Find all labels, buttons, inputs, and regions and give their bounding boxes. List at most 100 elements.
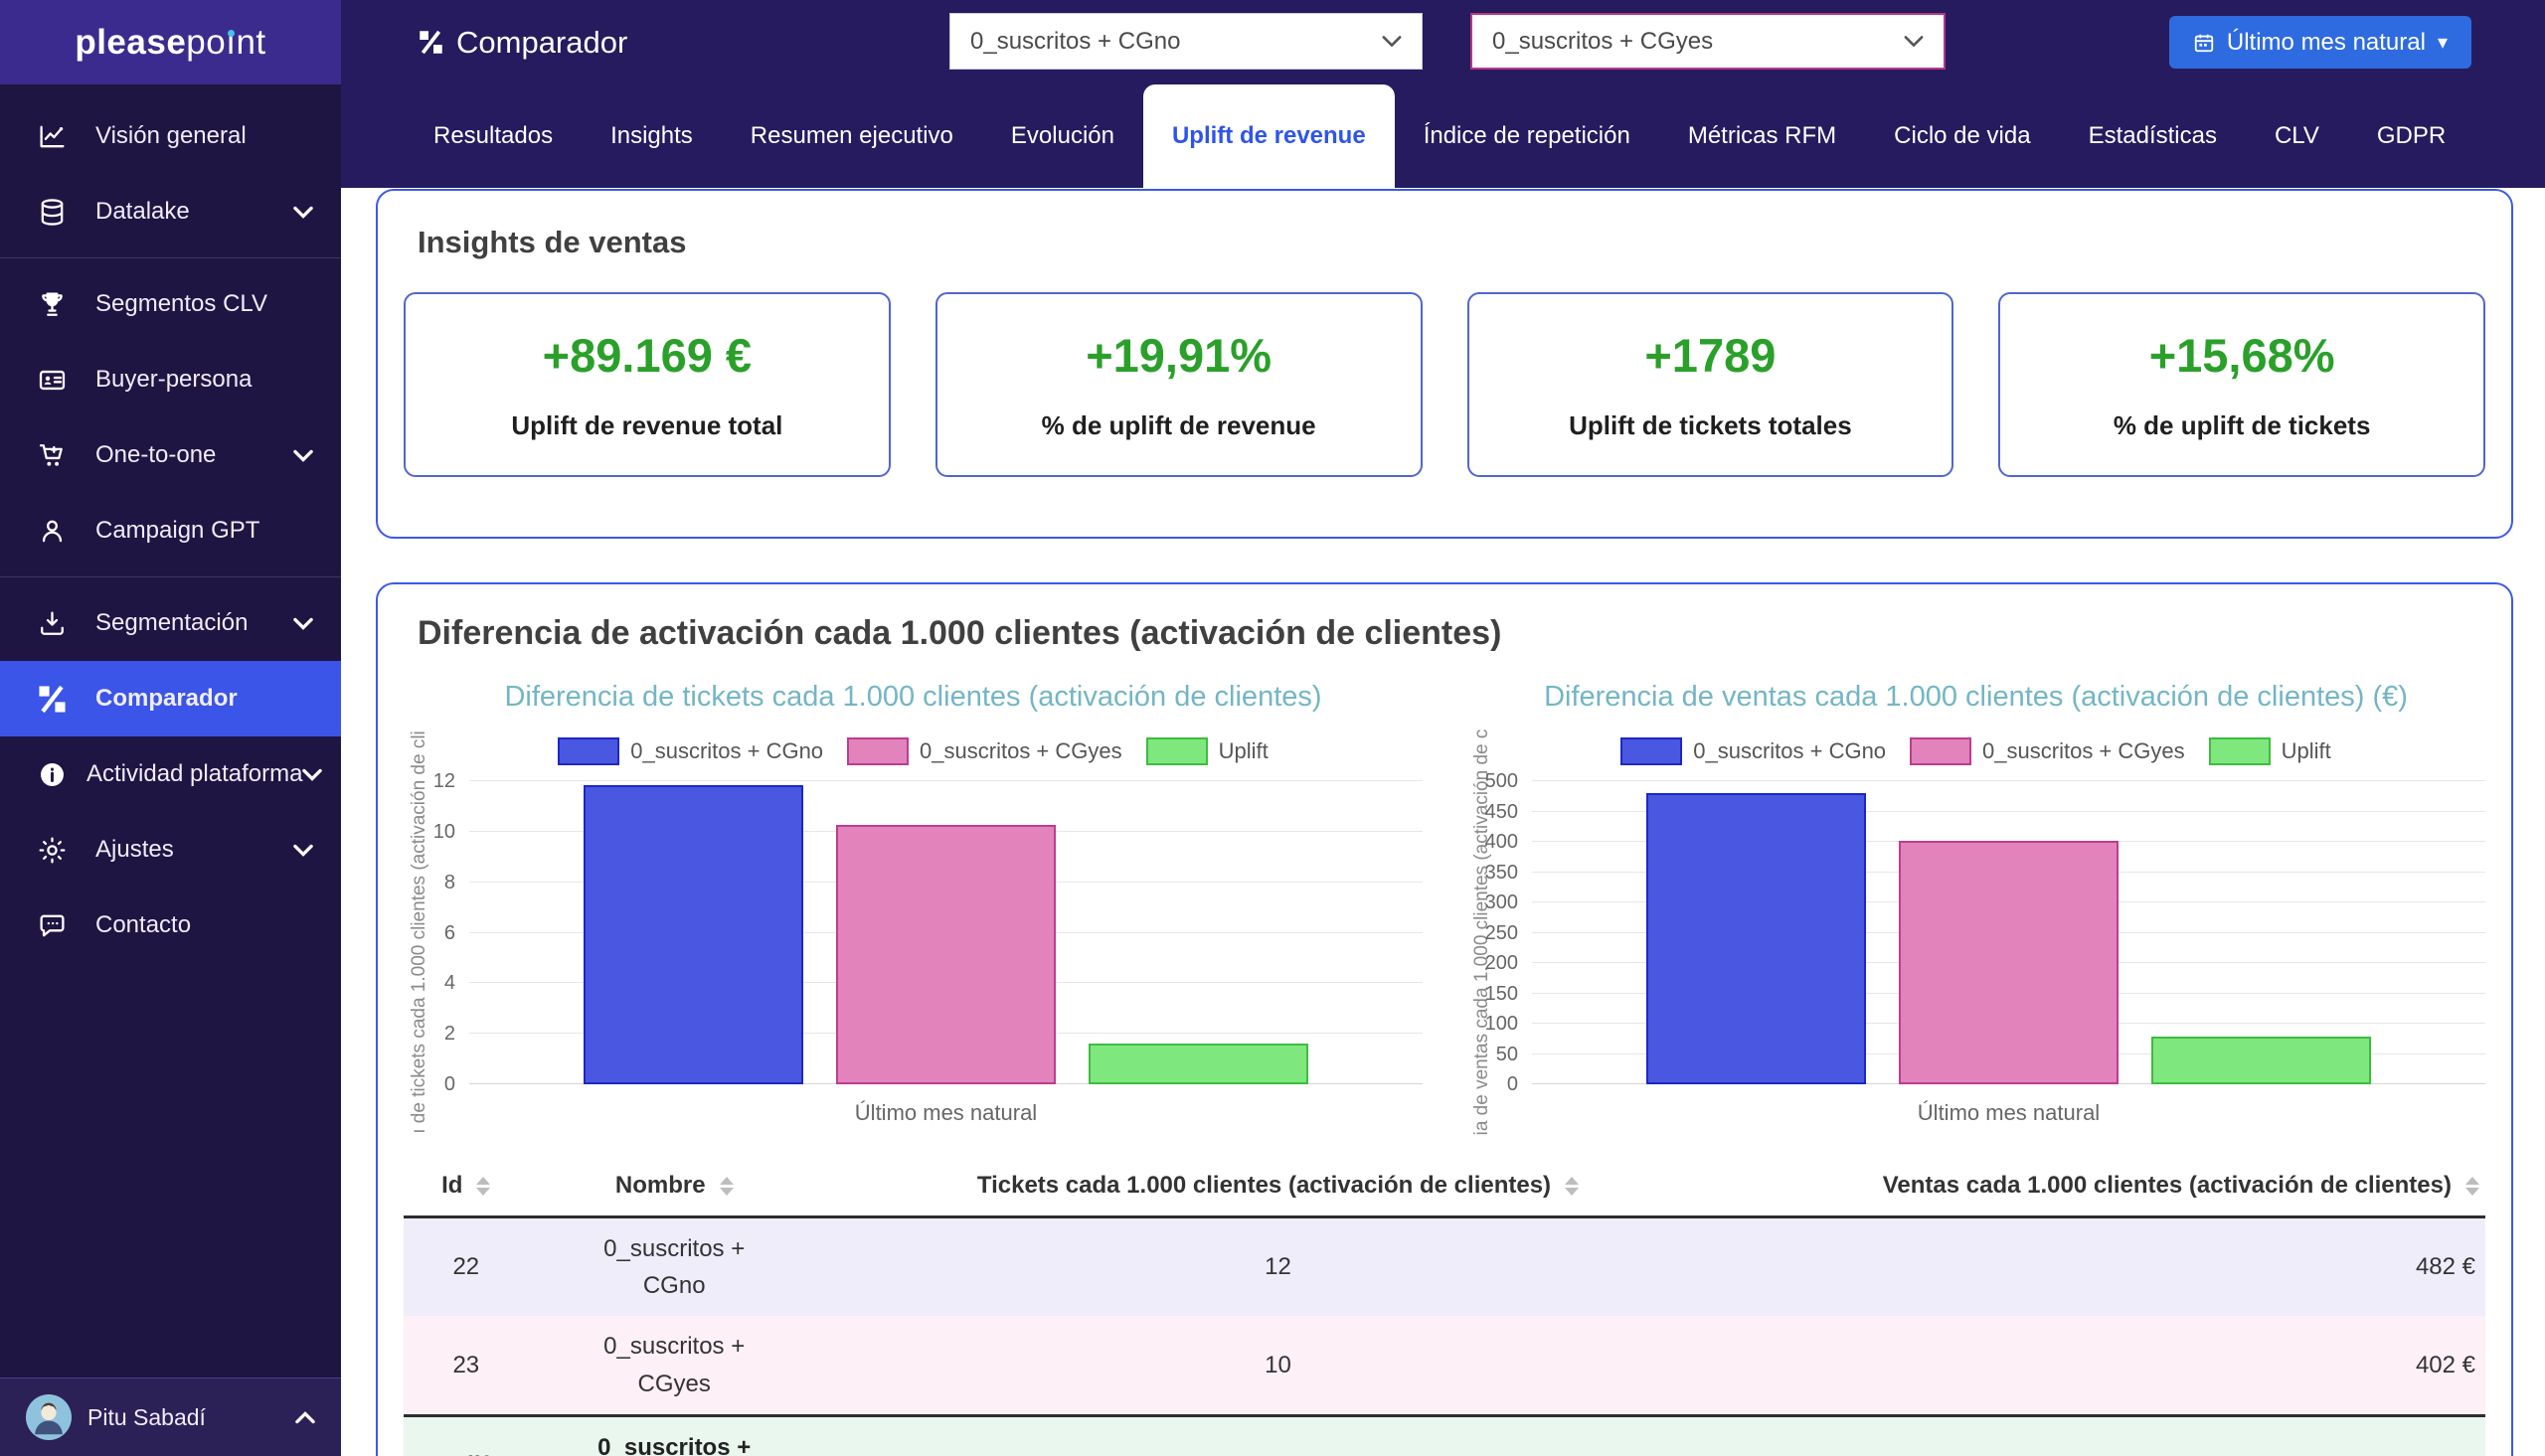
main-area: Comparador 0_suscritos + CGno 0_suscrito… bbox=[341, 0, 2545, 1456]
column-header-nombre[interactable]: Nombre bbox=[529, 1156, 820, 1217]
sidebar-item-label: Contacto bbox=[95, 911, 313, 939]
sidebar-item-one-to-one[interactable]: One-to-one bbox=[0, 417, 341, 493]
download-icon bbox=[38, 608, 76, 638]
column-header-id[interactable]: Id bbox=[404, 1156, 529, 1217]
chevron-down-icon bbox=[293, 206, 313, 219]
user-menu[interactable]: Pitu Sabadí bbox=[0, 1377, 341, 1456]
y-tick-label: 0 bbox=[408, 1074, 455, 1094]
x-axis-label: Último mes natural bbox=[469, 1100, 1423, 1128]
sidebar-item-segmentacion[interactable]: Segmentación bbox=[0, 585, 341, 661]
metric-value: +15,68% bbox=[2149, 328, 2335, 383]
sidebar-item-label: Segmentos CLV bbox=[95, 290, 313, 318]
sidebar-item-actividad-plataforma[interactable]: Actividad plataforma bbox=[0, 736, 341, 812]
page-title: Comparador bbox=[419, 0, 627, 84]
sidebar-item-label: Ajustes bbox=[95, 836, 293, 864]
tab-gdpr[interactable]: GDPR bbox=[2348, 84, 2474, 188]
tab-insights[interactable]: Insights bbox=[582, 84, 722, 188]
legend-swatch bbox=[1910, 737, 1971, 765]
sidebar-item-segmentos-clv[interactable]: Segmentos CLV bbox=[0, 266, 341, 342]
cell-id: 22 bbox=[404, 1217, 529, 1317]
sidebar-item-contacto[interactable]: Contacto bbox=[0, 888, 341, 963]
chevron-down-icon bbox=[293, 844, 313, 857]
y-tick-label: 8 bbox=[408, 873, 455, 892]
sidebar-item-comparador[interactable]: Comparador bbox=[0, 661, 341, 736]
column-header-tickets-cada-1-000-clientes-ac[interactable]: Tickets cada 1.000 clientes (activación … bbox=[820, 1156, 1736, 1217]
segment-select-1[interactable]: 0_suscritos + CGno bbox=[949, 13, 1423, 70]
tab-indice-de-repeticion[interactable]: Índice de repetición bbox=[1395, 84, 1659, 188]
metric-card-uplift-de-revenue-total: +89.169 €Uplift de revenue total bbox=[404, 292, 891, 477]
plot-wrap: ia de ventas cada 1.000 clientes (activa… bbox=[1466, 781, 2485, 1128]
metric-value: +1789 bbox=[1644, 328, 1776, 383]
period-button-label: Último mes natural bbox=[2227, 29, 2426, 57]
chart-title: Diferencia de tickets cada 1.000 cliente… bbox=[404, 681, 1423, 714]
tab-ciclo-de-vida[interactable]: Ciclo de vida bbox=[1865, 84, 2059, 188]
metric-label: % de uplift de tickets bbox=[2114, 410, 2371, 441]
tab-clv[interactable]: CLV bbox=[2246, 84, 2348, 188]
tab-bar: ResultadosInsightsResumen ejecutivoEvolu… bbox=[341, 84, 2545, 188]
chevron-down-icon bbox=[1382, 35, 1402, 48]
tab-uplift-de-revenue[interactable]: Uplift de revenue bbox=[1143, 84, 1395, 188]
sort-icon[interactable] bbox=[476, 1177, 490, 1196]
cell-id: 23 bbox=[404, 1316, 529, 1415]
chevron-up-icon bbox=[295, 1411, 315, 1424]
y-tick-label: 300 bbox=[1470, 892, 1518, 912]
bar-uplift bbox=[1089, 1044, 1308, 1084]
pleasepoint-logo: pleasepoınt bbox=[0, 0, 341, 84]
legend-item-0-suscritos-cgyes: 0_suscritos + CGyes bbox=[847, 737, 1122, 765]
sidebar-item-label: Datalake bbox=[95, 198, 293, 226]
metric-cards: +89.169 €Uplift de revenue total+19,91%%… bbox=[404, 292, 2485, 477]
tab-resumen-ejecutivo[interactable]: Resumen ejecutivo bbox=[722, 84, 982, 188]
y-tick-label: 200 bbox=[1470, 953, 1518, 973]
divider bbox=[0, 576, 341, 577]
gridline bbox=[469, 780, 1423, 781]
user-name: Pitu Sabadí bbox=[87, 1404, 206, 1431]
sidebar: pleasepoınt Visión general Datalake Segmen… bbox=[0, 0, 341, 1456]
chevron-down-icon bbox=[1904, 35, 1924, 48]
sort-icon[interactable] bbox=[1565, 1177, 1579, 1196]
chart-tickets: Diferencia de tickets cada 1.000 cliente… bbox=[404, 681, 1423, 1128]
segment-select-2-value: 0_suscritos + CGyes bbox=[1492, 28, 1713, 56]
plot-area: 050100150200250300350400450500 bbox=[1532, 781, 2485, 1084]
legend-item-0-suscritos-cgyes: 0_suscritos + CGyes bbox=[1910, 737, 2185, 765]
sidebar-item-vision-general[interactable]: Visión general bbox=[0, 98, 341, 174]
segment-select-2[interactable]: 0_suscritos + CGyes bbox=[1470, 13, 1946, 70]
legend-item-0-suscritos-cgno: 0_suscritos + CGno bbox=[558, 737, 823, 765]
sidebar-item-campaign-gpt[interactable]: Campaign GPT bbox=[0, 493, 341, 568]
sort-icon[interactable] bbox=[2465, 1177, 2479, 1196]
tab-evolucion[interactable]: Evolución bbox=[982, 84, 1143, 188]
info-icon bbox=[38, 759, 67, 789]
sidebar-item-label: Visión general bbox=[95, 122, 313, 150]
x-axis-label: Último mes natural bbox=[1532, 1100, 2485, 1128]
chart-legend: 0_suscritos + CGno0_suscritos + CGyesUpl… bbox=[404, 737, 1423, 765]
sidebar-item-label: Comparador bbox=[95, 685, 313, 713]
tab-metricas-rfm[interactable]: Métricas RFM bbox=[1659, 84, 1865, 188]
cell-ventas: 402 € bbox=[1736, 1316, 2485, 1415]
column-header-ventas-cada-1-000-clientes-act[interactable]: Ventas cada 1.000 clientes (activación d… bbox=[1736, 1156, 2485, 1217]
period-selector-button[interactable]: Último mes natural ▾ bbox=[2169, 16, 2471, 69]
y-tick-label: 10 bbox=[408, 822, 455, 842]
metric-card-de-uplift-de-revenue: +19,91%% de uplift de revenue bbox=[935, 292, 1423, 477]
y-tick-label: 4 bbox=[408, 973, 455, 993]
chart-legend: 0_suscritos + CGno0_suscritos + CGyesUpl… bbox=[1466, 737, 2485, 765]
y-tick-label: 350 bbox=[1470, 863, 1518, 883]
sidebar-item-datalake[interactable]: Datalake bbox=[0, 174, 341, 249]
sidebar-item-ajustes[interactable]: Ajustes bbox=[0, 812, 341, 888]
chart-title: Diferencia de ventas cada 1.000 clientes… bbox=[1466, 681, 2485, 714]
y-tick-label: 400 bbox=[1470, 832, 1518, 852]
avatar bbox=[26, 1394, 72, 1440]
legend-swatch bbox=[847, 737, 909, 765]
legend-swatch bbox=[2209, 737, 2271, 765]
logo-text-bold: please bbox=[75, 23, 186, 63]
segment-select-1-value: 0_suscritos + CGno bbox=[970, 28, 1180, 56]
sort-icon[interactable] bbox=[720, 1177, 734, 1196]
caret-down-icon: ▾ bbox=[2438, 33, 2448, 53]
trophy-icon bbox=[38, 289, 76, 319]
cell-nombre: 0_suscritos + CGno bbox=[529, 1217, 820, 1317]
tab-estadisticas[interactable]: Estadísticas bbox=[2060, 84, 2246, 188]
metric-value: +89.169 € bbox=[543, 328, 752, 383]
tab-resultados[interactable]: Resultados bbox=[405, 84, 582, 188]
sidebar-item-buyer-persona[interactable]: Buyer-persona bbox=[0, 342, 341, 417]
y-tick-label: 100 bbox=[1470, 1014, 1518, 1034]
chevron-down-icon bbox=[302, 768, 322, 781]
sidebar-item-label: Campaign GPT bbox=[95, 517, 313, 545]
